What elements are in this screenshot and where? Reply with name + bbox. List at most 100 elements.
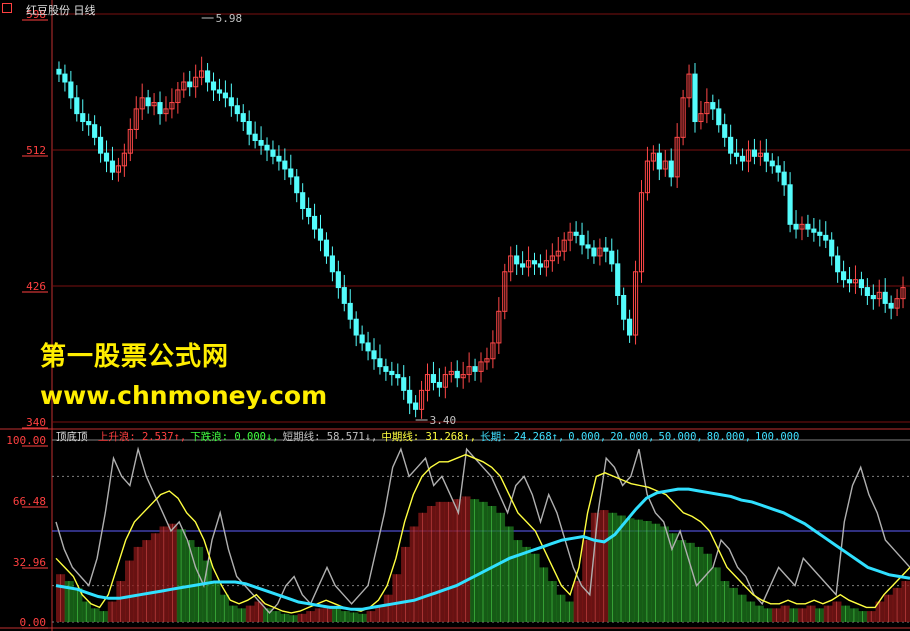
candle-body: [514, 255, 520, 265]
candle-body: [591, 247, 597, 257]
candle-body: [264, 144, 270, 151]
candle-body: [621, 294, 627, 320]
price-tick-label: 426: [26, 280, 46, 293]
candle-body: [805, 223, 811, 230]
candle-body: [692, 73, 698, 123]
candle-body: [68, 81, 74, 99]
candle-body: [98, 136, 104, 154]
candle-body: [216, 89, 223, 94]
candle-body: [74, 97, 80, 115]
candle-body: [335, 271, 341, 289]
candle-body: [615, 263, 621, 296]
candle-body: [823, 234, 829, 241]
candle-body: [300, 192, 306, 210]
candle-body: [323, 239, 330, 257]
candle-body: [222, 92, 228, 99]
candle-body: [728, 136, 734, 154]
candle-body: [609, 250, 615, 265]
annotation-label: 5.98: [216, 12, 243, 25]
annotation-label: 3.40: [430, 414, 457, 427]
candle-body: [282, 160, 288, 170]
candle-body: [317, 228, 324, 241]
candle-body: [395, 374, 401, 379]
price-tick-label: 340: [26, 416, 46, 429]
candle-body: [210, 81, 217, 91]
ind-tick-label: 66.48: [13, 495, 46, 508]
period-menu-icon[interactable]: [2, 3, 12, 13]
candle-body: [710, 102, 716, 110]
legend-item: 上升浪: 2.537↑,: [97, 431, 187, 443]
chart-stage: 598 512 426 340 5.98 3.40 100.00 66.48 32.96 0.00…: [0, 0, 910, 631]
candle-body: [829, 239, 835, 257]
candle-body: [294, 176, 300, 194]
candle-body: [537, 263, 544, 268]
candle-body: [109, 160, 116, 173]
candle-body: [716, 108, 722, 126]
candle-body: [603, 247, 609, 252]
candle-body: [157, 102, 163, 115]
legend-value: 80.000,: [706, 431, 752, 443]
candle-body: [204, 70, 211, 83]
candle-body: [882, 291, 888, 304]
candle-body: [668, 160, 674, 178]
candle-body: [377, 358, 383, 368]
legend-value: 50.000,: [658, 431, 703, 443]
candle-body: [811, 228, 817, 233]
candle-body: [270, 149, 276, 157]
candle-body: [722, 124, 728, 138]
candle-body: [92, 124, 98, 138]
candle-body: [365, 342, 371, 352]
candle-body: [240, 113, 246, 123]
candle-body: [787, 184, 793, 225]
candle-body: [329, 255, 335, 273]
candle-body: [228, 97, 234, 107]
candle-body: [145, 97, 151, 107]
candle-body: [234, 105, 240, 115]
candle-body: [347, 302, 353, 320]
price-tick-label: 512: [26, 144, 46, 157]
candle-body: [187, 81, 193, 88]
candle-body: [383, 366, 389, 372]
legend-item: 短期线: 58.571↓,: [282, 431, 378, 443]
candle-body: [573, 231, 579, 236]
candle-body: [858, 279, 865, 289]
ind-tick-label: 0.00: [20, 616, 47, 629]
candle-body: [246, 121, 252, 135]
candle-body: [769, 160, 775, 167]
candle-body: [835, 255, 841, 273]
candle-body: [739, 155, 746, 162]
candle-body: [870, 294, 876, 300]
candle-body: [520, 263, 526, 268]
candle-body: [276, 155, 282, 162]
legend-value: 20.000,: [610, 431, 655, 443]
candle-body: [62, 73, 68, 83]
candle-body: [817, 231, 823, 236]
indicator-items: 上升浪: 2.537↑, 下跌浪: 0.000↓, 短期线: 58.571↓, 中期线…: [98, 431, 803, 443]
chart-canvas: 5985124263405.983.40100.0066.4832.960.00: [0, 0, 910, 631]
candle-body: [763, 152, 769, 162]
chart-title: 红豆股份 日线: [26, 4, 96, 17]
candle-body: [793, 223, 799, 230]
candle-body: [531, 260, 538, 265]
legend-item: 下跌浪: 0.000↓,: [190, 431, 279, 443]
candle-body: [841, 271, 847, 281]
candle-body: [734, 152, 740, 157]
candle-body: [359, 334, 365, 344]
candle-body: [430, 374, 437, 383]
indicator-name: 顶底顶: [56, 431, 88, 443]
candle-body: [864, 287, 870, 296]
legend-value: 0.000,: [568, 431, 607, 443]
candle-body: [407, 389, 413, 404]
candle-body: [86, 121, 92, 126]
candle-body: [258, 140, 264, 146]
candle-body: [656, 152, 662, 170]
candle-body: [252, 133, 258, 142]
ind-tick-label: 32.96: [13, 556, 46, 569]
candle-body: [775, 165, 781, 173]
watermark-url: www.chnmoney.com: [40, 381, 328, 410]
candle-body: [56, 68, 62, 75]
candle-body: [472, 366, 478, 372]
watermark-title: 第一股票公式网: [40, 342, 230, 372]
candle-body: [80, 113, 86, 123]
candle-body: [353, 318, 359, 336]
